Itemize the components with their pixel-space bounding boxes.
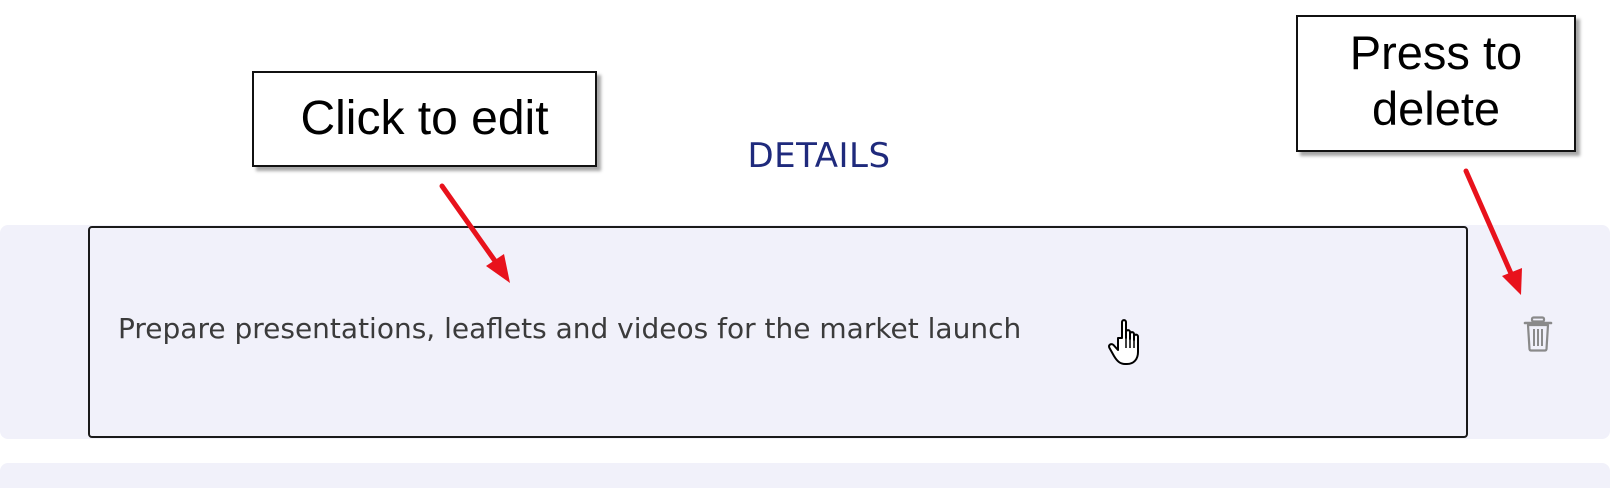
delete-callout: Press to delete <box>1296 15 1576 152</box>
edit-callout-text: Click to edit <box>300 92 549 145</box>
detail-edit-field[interactable]: Prepare presentations, leaflets and vide… <box>88 226 1468 438</box>
edit-callout: Click to edit <box>252 71 597 167</box>
detail-text: Prepare presentations, leaflets and vide… <box>118 312 1022 345</box>
trash-icon[interactable] <box>1523 316 1553 352</box>
details-panel: DETAILS Prepare presentations, leaflets … <box>0 0 1618 488</box>
delete-callout-line1: Press to <box>1349 26 1523 79</box>
detail-row-next <box>0 463 1610 488</box>
hand-pointer-cursor-icon <box>1108 319 1139 365</box>
delete-callout-line2: delete <box>1371 82 1501 135</box>
